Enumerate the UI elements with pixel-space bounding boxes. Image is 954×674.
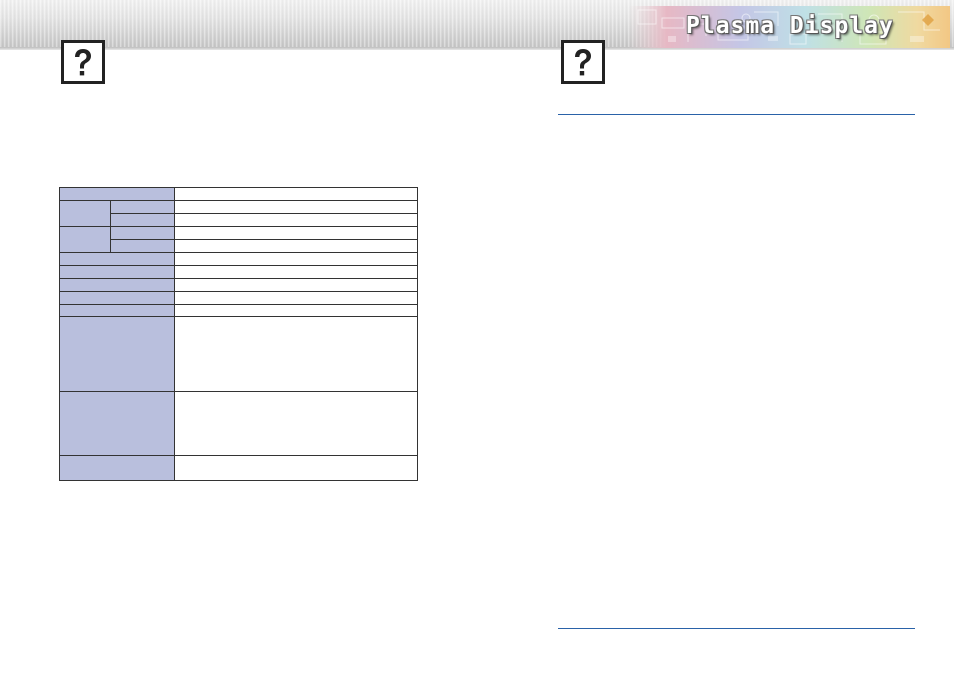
table-value-cell	[175, 227, 417, 240]
table-value-cell	[175, 201, 417, 214]
table-sublabel-cell	[111, 214, 175, 227]
table-sublabel-cell	[111, 240, 175, 253]
table-value-cell	[175, 266, 417, 279]
table-value-cell	[175, 279, 417, 292]
table-value-cell	[175, 292, 417, 305]
section-divider-top	[558, 114, 915, 115]
table-label-cell	[60, 253, 175, 266]
table-value-cell	[175, 240, 417, 253]
table-value-cell	[175, 392, 417, 456]
question-mark-icon-right	[561, 40, 605, 84]
table-value-cell	[175, 188, 417, 201]
table-label-cell	[60, 317, 175, 392]
table-group-label-cell	[60, 201, 111, 227]
table-value-cell	[175, 214, 417, 227]
table-label-cell	[60, 292, 175, 305]
table-sublabel-cell	[111, 201, 175, 214]
table-label-cell	[60, 188, 175, 201]
table-label-cell	[60, 456, 175, 480]
table-label-cell	[60, 279, 175, 292]
table-value-cell	[175, 305, 417, 317]
specifications-table	[59, 187, 418, 481]
section-divider-bottom	[558, 628, 915, 629]
table-sublabel-cell	[111, 227, 175, 240]
table-label-cell	[60, 305, 175, 317]
table-group-label-cell	[60, 227, 111, 253]
table-value-cell	[175, 253, 417, 266]
table-value-cell	[175, 317, 417, 392]
banner-title: Plasma Display	[686, 13, 894, 39]
table-value-cell	[175, 456, 417, 480]
table-label-cell	[60, 392, 175, 456]
question-mark-icon	[61, 40, 105, 84]
table-label-cell	[60, 266, 175, 279]
